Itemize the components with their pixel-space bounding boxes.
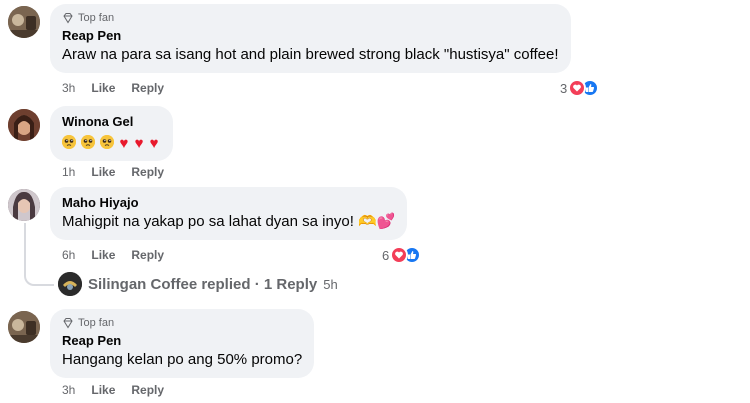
- thread-line: [24, 223, 26, 268]
- diamond-icon: [63, 318, 73, 329]
- comment-text: Araw na para sa isang hot and plain brew…: [62, 46, 559, 63]
- diamond-icon: [63, 13, 73, 24]
- thread-connector: [24, 266, 54, 286]
- comment-actions: 1h Like Reply: [62, 164, 164, 180]
- replies-label[interactable]: Silingan Coffee replied · 1 Reply: [88, 276, 317, 293]
- emoji-row: ♥ ♥ ♥: [62, 130, 161, 153]
- comment-bubble: Top fan Reap Pen Araw na para sa isang h…: [50, 4, 571, 73]
- comment-actions: 6h Like Reply: [62, 247, 164, 263]
- like-button[interactable]: Like: [91, 164, 115, 180]
- comment-bubble: Maho Hiyajo Mahigpit na yakap po sa laha…: [50, 187, 408, 240]
- comment-actions: 3h Like Reply: [62, 80, 164, 96]
- comment-author[interactable]: Reap Pen: [62, 27, 559, 44]
- comment-author[interactable]: Maho Hiyajo: [62, 194, 395, 211]
- comment-text: Mahigpit na yakap po sa lahat dyan sa in…: [62, 213, 396, 230]
- comment-actions: 3h Like Reply: [62, 382, 164, 398]
- like-button[interactable]: Like: [91, 80, 115, 96]
- replies-time: 5h: [323, 276, 338, 292]
- reply-button[interactable]: Reply: [131, 80, 164, 96]
- reply-button[interactable]: Reply: [131, 247, 164, 263]
- avatar[interactable]: [8, 6, 40, 38]
- reply-button[interactable]: Reply: [131, 164, 164, 180]
- view-replies-link[interactable]: Silingan Coffee replied · 1 Reply 5h: [58, 272, 338, 296]
- comment-text: Hangang kelan po ang 50% promo?: [62, 351, 303, 368]
- top-fan-badge: Top fan: [62, 11, 559, 25]
- reaction-summary[interactable]: 3: [560, 79, 600, 97]
- red-heart-emoji: ♥: [134, 135, 144, 152]
- page-avatar: [58, 272, 82, 296]
- reaction-count: 6: [382, 247, 390, 263]
- avatar[interactable]: [8, 311, 40, 343]
- reaction-summary[interactable]: 6: [382, 246, 422, 264]
- like-button[interactable]: Like: [91, 247, 115, 263]
- comment-time[interactable]: 3h: [62, 80, 75, 96]
- comment-time[interactable]: 6h: [62, 247, 75, 263]
- avatar[interactable]: [8, 189, 40, 221]
- red-heart-emoji: ♥: [149, 135, 159, 152]
- like-button[interactable]: Like: [91, 382, 115, 398]
- comment-bubble: Winona Gel ♥ ♥ ♥: [50, 106, 173, 161]
- reply-button[interactable]: Reply: [131, 382, 164, 398]
- comment-time[interactable]: 3h: [62, 382, 75, 398]
- comment-author[interactable]: Winona Gel: [62, 113, 161, 130]
- red-heart-emoji: ♥: [119, 135, 129, 152]
- pleading-face-emoji: [62, 135, 76, 149]
- comment-author[interactable]: Reap Pen: [62, 332, 302, 349]
- reaction-count: 3: [560, 80, 568, 96]
- pleading-face-emoji: [81, 135, 96, 149]
- comment-time[interactable]: 1h: [62, 164, 75, 180]
- avatar[interactable]: [8, 109, 40, 141]
- comment-bubble: Top fan Reap Pen Hangang kelan po ang 50…: [50, 309, 315, 378]
- top-fan-badge: Top fan: [62, 316, 302, 330]
- pleading-face-emoji: [100, 135, 115, 149]
